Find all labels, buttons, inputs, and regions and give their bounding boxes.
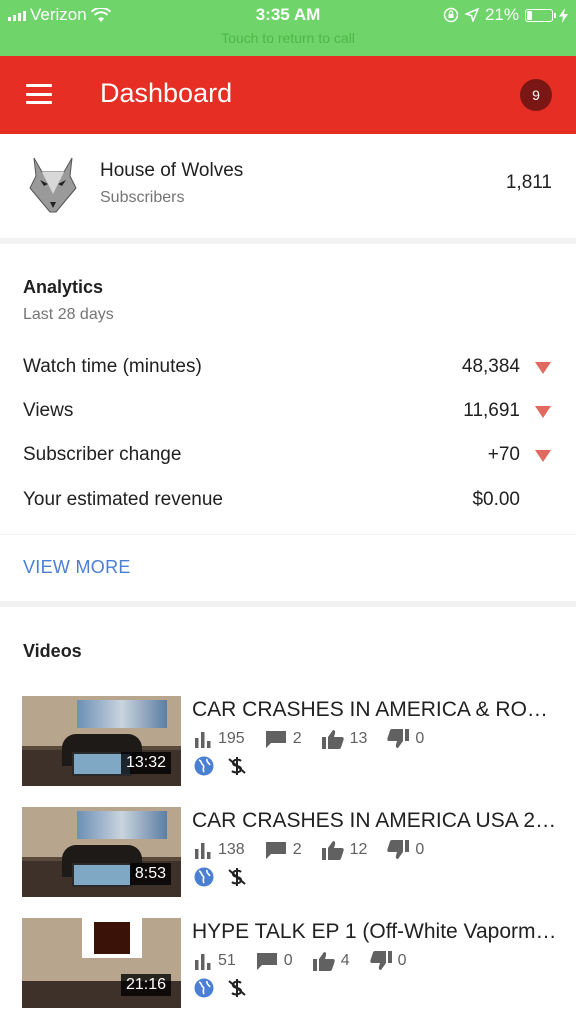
view-count: 51 [218,952,236,969]
notification-badge[interactable]: 9 [520,79,552,111]
thumbs-up-icon [321,730,344,749]
comment-count: 0 [283,952,293,969]
charging-icon [559,7,568,23]
channel-card[interactable]: House of Wolves Subscribers 1,811 [0,134,576,238]
subscribers-count: 1,811 [505,172,552,193]
video-duration: 21:16 [120,974,171,996]
video-thumbnail[interactable]: 13:32 [22,696,181,786]
no-monetization-icon [228,757,246,775]
metric-label: Subscriber change [23,444,182,465]
screen-lock-icon [443,7,459,23]
video-duration: 13:32 [120,752,171,774]
analytics-card: Analytics Last 28 days Watch time (minut… [0,244,576,534]
no-monetization-icon [228,868,246,886]
video-duration: 8:53 [129,863,171,885]
video-item[interactable]: 13:32 CAR CRASHES IN AMERICA & ROADS 195… [0,696,576,788]
metric-label: Views [23,400,74,421]
like-count: 4 [340,952,350,969]
wolf-avatar [29,157,77,213]
thumbs-down-icon [369,951,392,970]
thumbs-up-icon [321,841,344,860]
return-to-call-banner[interactable]: Touch to return to call [0,30,576,46]
comment-icon [256,953,277,970]
globe-icon [194,978,214,998]
metric-label: Your estimated revenue [23,489,223,510]
page-title: Dashboard [100,78,233,108]
no-monetization-icon [228,979,246,997]
like-count: 12 [349,841,368,858]
video-item[interactable]: 21:16 HYPE TALK EP 1 (Off-White Vapormax… [0,918,576,1010]
comment-count: 2 [292,841,302,858]
comment-icon [265,731,286,748]
video-flags [194,867,246,887]
metric-watch-time[interactable]: Watch time (minutes) 48,384 [0,346,576,386]
comment-icon [265,842,286,859]
view-count: 195 [218,730,245,747]
view-more-button[interactable]: VIEW MORE [23,557,131,578]
like-count: 13 [349,730,368,747]
trend-down-icon [535,362,551,374]
channel-name: House of Wolves [100,160,244,181]
view-more-card: VIEW MORE [0,535,576,601]
video-title: CAR CRASHES IN AMERICA & ROADS [192,698,560,721]
video-stats: 195 2 13 0 [194,729,444,749]
analytics-title: Analytics [23,277,104,297]
trend-down-icon [535,450,551,462]
metric-value: 48,384 [461,356,520,377]
bar-chart-icon [195,732,211,748]
thumbs-down-icon [387,729,410,748]
battery-percent: 21% [484,5,519,24]
bar-chart-icon [195,843,211,859]
metric-value: +70 [487,444,520,465]
globe-icon [194,867,214,887]
trend-down-icon [535,406,551,418]
dislike-count: 0 [415,730,425,747]
battery-icon [525,8,556,22]
video-title: CAR CRASHES IN AMERICA USA 2018 [192,809,560,832]
video-item[interactable]: 8:53 CAR CRASHES IN AMERICA USA 2018 138… [0,807,576,899]
analytics-period: Last 28 days [23,306,114,323]
metric-value: $0.00 [472,489,520,510]
view-count: 138 [218,841,245,858]
dislike-count: 0 [397,952,407,969]
metric-value: 11,691 [463,400,520,421]
menu-icon[interactable] [26,84,52,104]
metric-views[interactable]: Views 11,691 [0,390,576,430]
video-title: HYPE TALK EP 1 (Off-White Vapormax) [192,920,560,943]
thumbs-up-icon [312,952,335,971]
bar-chart-icon [195,954,211,970]
metric-subscriber-change[interactable]: Subscriber change +70 [0,434,576,474]
video-stats: 51 0 4 0 [194,951,427,971]
dislike-count: 0 [415,841,425,858]
metric-revenue[interactable]: Your estimated revenue $0.00 [0,479,576,519]
comment-count: 2 [292,730,302,747]
videos-title: Videos [23,641,82,661]
video-thumbnail[interactable]: 21:16 [22,918,181,1008]
subscribers-label: Subscribers [100,189,185,206]
videos-card: Videos 13:32 CAR CRASHES IN AMERICA & RO… [0,607,576,1024]
app-bar: Dashboard 9 [0,56,576,134]
video-flags [194,978,246,998]
thumbs-down-icon [387,840,410,859]
metric-label: Watch time (minutes) [23,356,202,377]
status-bar: Verizon 3:35 AM 21% Touch to return to c… [0,0,576,56]
video-stats: 138 2 12 0 [194,840,444,860]
location-icon [464,8,479,22]
status-right: 21% [443,5,568,25]
video-flags [194,756,246,776]
globe-icon [194,756,214,776]
video-thumbnail[interactable]: 8:53 [22,807,181,897]
